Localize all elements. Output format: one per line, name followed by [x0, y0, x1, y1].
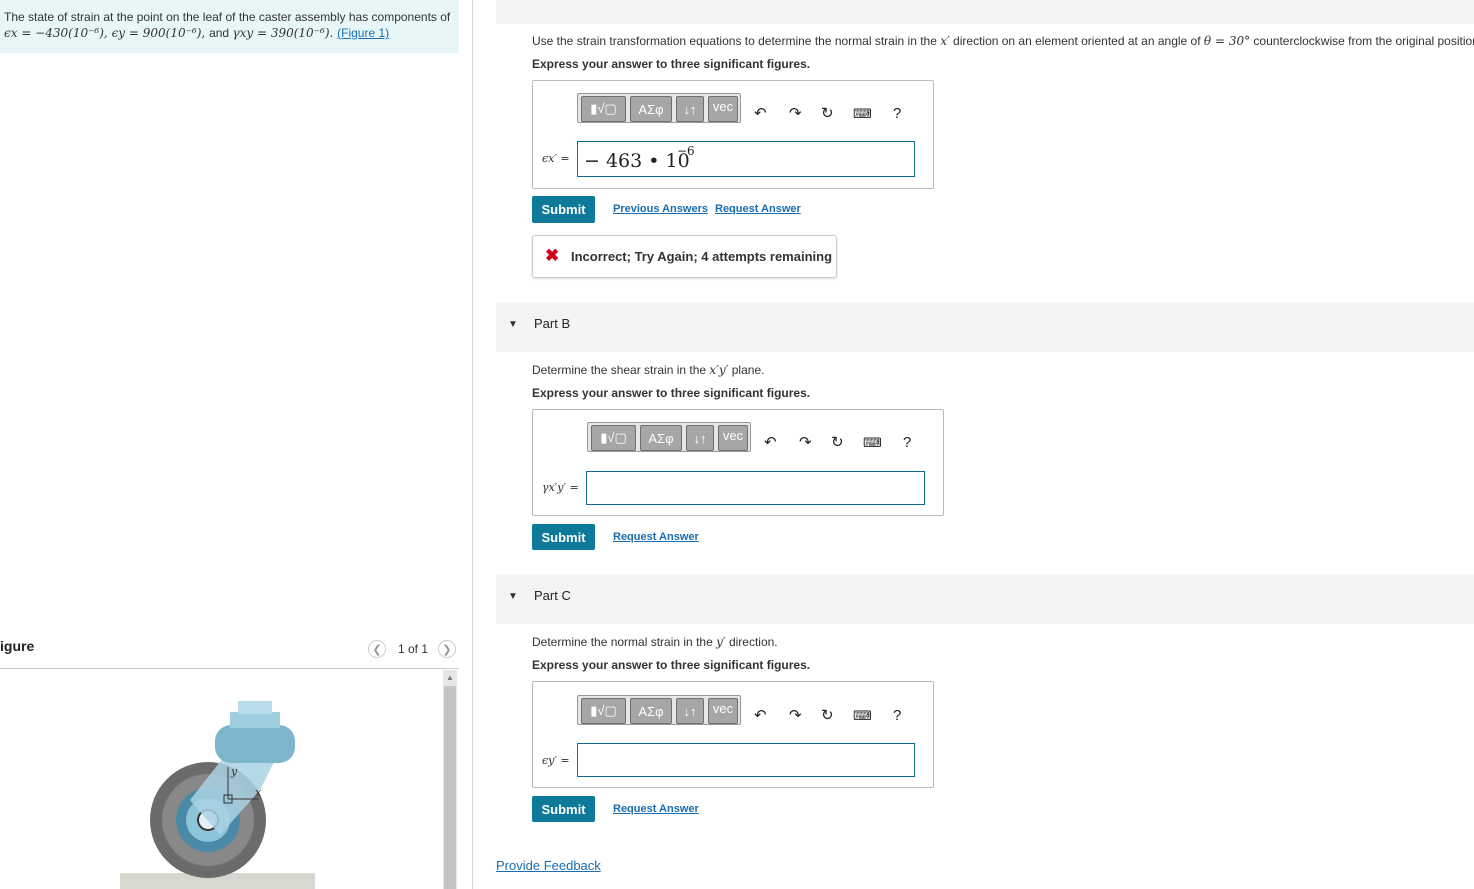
keyboard-icon[interactable]: ⌨ [863, 435, 882, 451]
part-c-question-post: direction. [725, 635, 778, 649]
undo-icon[interactable]: ↶ [754, 104, 767, 122]
part-a-request-answer-link[interactable]: Request Answer [715, 203, 801, 215]
part-c-label: ϵy′ = [542, 754, 570, 767]
part-c-submit-button[interactable]: Submit [532, 796, 595, 822]
part-a-header-strip [496, 0, 1474, 24]
eps-x-value: = −430(10⁻⁶), [17, 26, 112, 40]
vec-button[interactable]: vec [718, 425, 748, 451]
arrows-button[interactable]: ↓↑ [676, 96, 704, 122]
incorrect-feedback: ✖ Incorrect; Try Again; 4 attempts remai… [532, 235, 837, 278]
part-a-label: ϵx′ = [542, 152, 570, 165]
caster-figure: y x [120, 701, 315, 889]
part-a-question: Use the strain transformation equations … [532, 34, 1474, 48]
greek-symbols-button[interactable]: ΑΣφ [630, 96, 672, 122]
keyboard-icon[interactable]: ⌨ [853, 708, 872, 724]
redo-icon[interactable]: ↷ [789, 706, 802, 724]
figure-divider [0, 668, 459, 669]
eps-y-symbol: ϵy [111, 26, 126, 40]
redo-icon[interactable]: ↷ [799, 433, 812, 451]
panel-divider [472, 0, 473, 889]
part-a-question-text: Use the strain transformation equations … [532, 34, 941, 48]
help-icon[interactable]: ? [893, 105, 901, 122]
part-b-submit-button[interactable]: Submit [532, 524, 595, 550]
keyboard-icon[interactable]: ⌨ [853, 106, 872, 122]
part-c-math-toolbar: ▮√▢ ΑΣφ ↓↑ vec [577, 695, 741, 725]
help-icon[interactable]: ? [903, 434, 911, 451]
templates-button[interactable]: ▮√▢ [591, 425, 636, 451]
part-c-question: Determine the normal strain in the y′ di… [532, 635, 778, 649]
previous-answers-link[interactable]: Previous Answers [613, 203, 708, 215]
eps-y-value: = 900(10⁻⁶), [125, 26, 210, 40]
part-a-instruction: Express your answer to three significant… [532, 57, 811, 71]
incorrect-feedback-text: Incorrect; Try Again; 4 attempts remaini… [571, 249, 833, 264]
reset-icon[interactable]: ↻ [831, 433, 844, 451]
chevron-left-icon[interactable]: ❮ [368, 640, 386, 658]
part-b-header[interactable]: ▼ Part B [496, 302, 1474, 352]
problem-lead: The state of strain at the point on the … [4, 10, 451, 24]
part-a-angle: θ = 30° [1203, 34, 1251, 48]
part-b-instruction: Express your answer to three significant… [532, 386, 811, 400]
provide-feedback-link[interactable]: Provide Feedback [496, 858, 601, 873]
undo-icon[interactable]: ↶ [754, 706, 767, 724]
arrows-button[interactable]: ↓↑ [686, 425, 714, 451]
part-c-variable: y′ [716, 635, 726, 649]
figure-scroll-thumb[interactable] [444, 686, 456, 889]
incorrect-x-icon: ✖ [545, 246, 560, 265]
eps-x-symbol: ϵx [4, 26, 18, 40]
part-a-answer-value: − 463 • 10 [584, 150, 690, 172]
figure-counter: 1 of 1 [398, 642, 429, 656]
help-icon[interactable]: ? [893, 707, 901, 724]
part-a-answer-input[interactable]: − 463 • 10 −6 [577, 141, 915, 177]
part-a-answer-exponent: −6 [677, 144, 695, 158]
part-b-label: γx′y′ = [542, 481, 579, 494]
collapse-triangle-icon[interactable]: ▼ [508, 319, 518, 330]
part-b-question: Determine the shear strain in the x′y′ p… [532, 363, 764, 377]
swivel-housing [215, 725, 295, 763]
vec-button[interactable]: vec [708, 698, 738, 724]
part-a-question-mid: direction on an element oriented at an a… [949, 34, 1204, 48]
chevron-right-icon[interactable]: ❯ [438, 640, 456, 658]
part-c-request-answer-link[interactable]: Request Answer [613, 803, 699, 815]
part-b-question-post: plane. [728, 363, 765, 377]
gamma-xy-symbol: γxy [232, 26, 254, 40]
reset-icon[interactable]: ↻ [821, 706, 834, 724]
collapse-triangle-icon[interactable]: ▼ [508, 591, 518, 602]
part-b-answer-input[interactable] [586, 471, 925, 505]
part-b-question-text: Determine the shear strain in the [532, 363, 710, 377]
problem-statement: The state of strain at the point on the … [0, 0, 459, 53]
part-c-title: Part C [534, 588, 571, 603]
greek-symbols-button[interactable]: ΑΣφ [630, 698, 672, 724]
part-c-answer-input[interactable] [577, 743, 915, 777]
part-a-math-toolbar: ▮√▢ ΑΣφ ↓↑ vec [577, 93, 741, 123]
part-a-variable: x′ [940, 34, 950, 48]
part-a-submit-button[interactable]: Submit [532, 196, 595, 223]
figure-link[interactable]: (Figure 1) [337, 26, 389, 40]
figure-title: igure [0, 638, 35, 654]
arrows-button[interactable]: ↓↑ [676, 698, 704, 724]
gamma-xy-value: = 390(10⁻⁶). [253, 26, 338, 40]
part-c-question-text: Determine the normal strain in the [532, 635, 717, 649]
redo-icon[interactable]: ↷ [789, 104, 802, 122]
scroll-up-icon[interactable]: ▲ [446, 673, 454, 682]
part-b-variable: x′y′ [709, 363, 729, 377]
vec-button[interactable]: vec [708, 96, 738, 122]
reset-icon[interactable]: ↻ [821, 104, 834, 122]
greek-symbols-button[interactable]: ΑΣφ [640, 425, 682, 451]
and-word: and [209, 26, 233, 40]
part-b-title: Part B [534, 316, 571, 331]
part-b-request-answer-link[interactable]: Request Answer [613, 531, 699, 543]
figure-x-label: x [255, 786, 262, 799]
part-c-header[interactable]: ▼ Part C [496, 574, 1474, 624]
templates-button[interactable]: ▮√▢ [581, 698, 626, 724]
part-b-math-toolbar: ▮√▢ ΑΣφ ↓↑ vec [587, 422, 751, 452]
part-a-question-post: counterclockwise from the original posit… [1250, 34, 1474, 48]
figure-y-label: y [230, 765, 238, 778]
templates-button[interactable]: ▮√▢ [581, 96, 626, 122]
part-c-instruction: Express your answer to three significant… [532, 658, 811, 672]
undo-icon[interactable]: ↶ [764, 433, 777, 451]
